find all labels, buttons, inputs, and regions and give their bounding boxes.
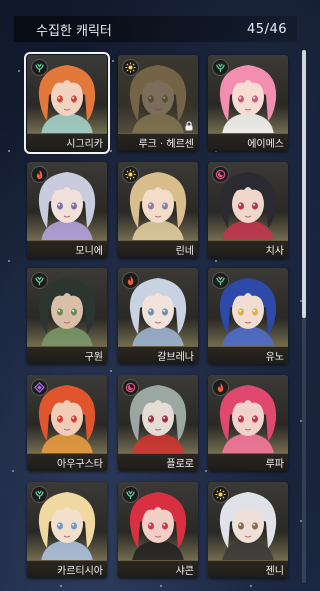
wind-element-icon xyxy=(212,272,229,289)
character-card[interactable]: 젠니 xyxy=(208,482,288,578)
wind-element-icon xyxy=(31,59,48,76)
wind-element-icon xyxy=(122,486,139,503)
character-card[interactable]: 플로로 xyxy=(118,375,198,471)
character-card[interactable]: 샤콘 xyxy=(118,482,198,578)
character-card[interactable]: 치사 xyxy=(208,162,288,258)
character-card[interactable]: 에이메스 xyxy=(208,55,288,151)
light-element-icon xyxy=(212,486,229,503)
dark-element-icon xyxy=(122,379,139,396)
dark-element-icon xyxy=(212,166,229,183)
fire-element-icon xyxy=(122,272,139,289)
character-card[interactable]: 구원 xyxy=(27,268,107,364)
character-name: 구원 xyxy=(84,352,103,363)
wind-element-icon xyxy=(31,486,48,503)
chaos-element-icon xyxy=(31,379,48,396)
character-card[interactable]: 카르티시아 xyxy=(27,482,107,578)
character-name-bar: 아우구스타 xyxy=(27,453,107,471)
character-name: 루크 · 헤르센 xyxy=(138,139,194,150)
character-name-bar: 모니에 xyxy=(27,240,107,258)
character-card[interactable]: 아우구스타 xyxy=(27,375,107,471)
fire-element-icon xyxy=(31,166,48,183)
character-card[interactable]: 유노 xyxy=(208,268,288,364)
character-card[interactable]: 린네 xyxy=(118,162,198,258)
lock-icon xyxy=(184,121,194,131)
character-name: 샤콘 xyxy=(175,566,194,577)
character-card[interactable]: 갈브레나 xyxy=(118,268,198,364)
character-name-bar: 에이메스 xyxy=(208,133,288,151)
character-card[interactable]: 루크 · 헤르센 xyxy=(118,55,198,151)
character-name: 갈브레나 xyxy=(157,352,194,363)
character-name: 카르티시아 xyxy=(57,566,103,577)
wind-element-icon xyxy=(31,272,48,289)
light-element-icon xyxy=(122,59,139,76)
character-name-bar: 젠니 xyxy=(208,560,288,578)
character-card[interactable]: 시그리카 xyxy=(24,52,110,154)
character-name: 플로로 xyxy=(166,459,194,470)
character-name-bar: 치사 xyxy=(208,240,288,258)
fire-element-icon xyxy=(212,379,229,396)
light-element-icon xyxy=(122,166,139,183)
character-name: 유노 xyxy=(265,352,284,363)
scrollbar-thumb[interactable] xyxy=(302,50,306,318)
character-name: 루파 xyxy=(265,459,284,470)
character-name-bar: 카르티시아 xyxy=(27,560,107,578)
character-card[interactable]: 모니에 xyxy=(27,162,107,258)
character-name-bar: 린네 xyxy=(118,240,198,258)
wind-element-icon xyxy=(212,59,229,76)
character-name: 에이메스 xyxy=(247,139,284,150)
character-name: 시그리카 xyxy=(66,139,103,150)
character-name-bar: 루크 · 헤르센 xyxy=(118,133,198,151)
character-name-bar: 시그리카 xyxy=(27,133,107,151)
character-name: 모니에 xyxy=(75,246,103,257)
character-name-bar: 구원 xyxy=(27,346,107,364)
character-name-bar: 갈브레나 xyxy=(118,346,198,364)
character-collection-screen: 수집한 캐릭터 45/46 시그리카 루크 · 헤르센 에이메스 모니에 린네 … xyxy=(0,0,320,591)
character-name-bar: 플로로 xyxy=(118,453,198,471)
character-name: 린네 xyxy=(175,246,194,257)
character-name: 치사 xyxy=(265,246,284,257)
character-name: 아우구스타 xyxy=(57,459,103,470)
character-card[interactable]: 루파 xyxy=(208,375,288,471)
character-name-bar: 유노 xyxy=(208,346,288,364)
character-name-bar: 샤콘 xyxy=(118,560,198,578)
character-name-bar: 루파 xyxy=(208,453,288,471)
character-grid: 시그리카 루크 · 헤르센 에이메스 모니에 린네 치사 구원 갈브레나 유노 … xyxy=(0,0,320,591)
character-name: 젠니 xyxy=(265,566,284,577)
scrollbar[interactable] xyxy=(302,50,306,583)
